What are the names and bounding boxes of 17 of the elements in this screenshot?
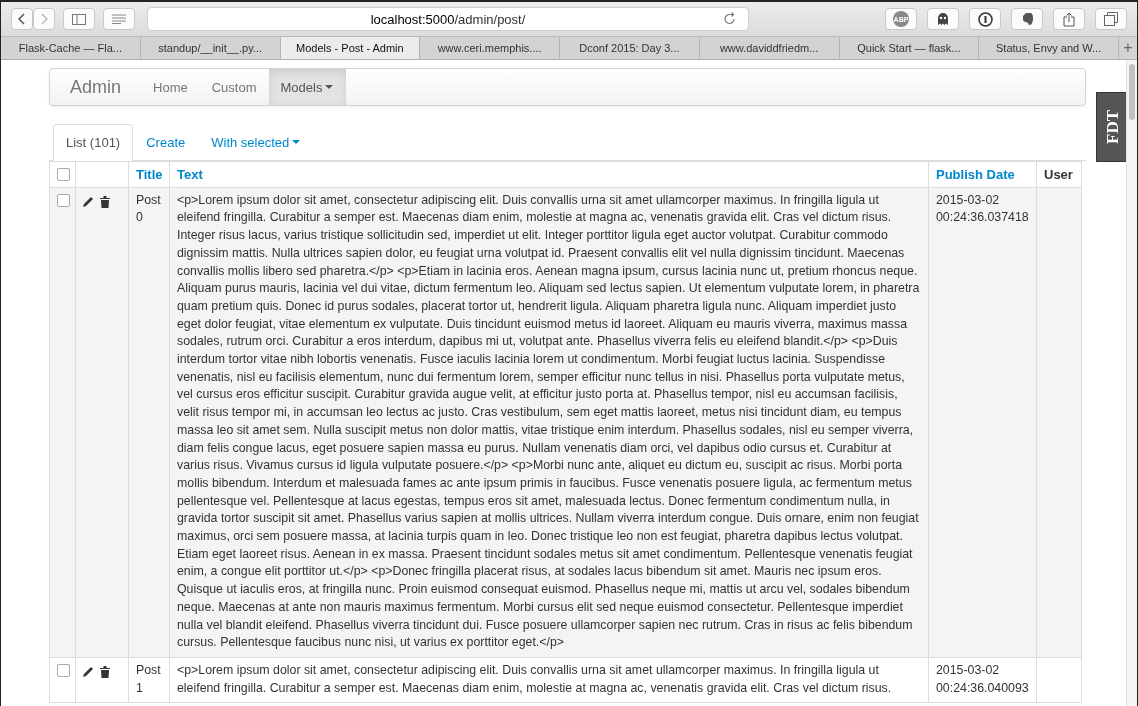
nav-link[interactable]: Custom bbox=[199, 69, 269, 105]
table-cell: 2015-03-02 00:24:36.040093 bbox=[928, 657, 1037, 703]
list-tab[interactable]: Create bbox=[133, 124, 199, 161]
table-cell: <p>Lorem ipsum dolor sit amet, consectetur adipiscing elit. Duis convallis urna sit amet ullamcorper maximus. In fringilla ligula ut eleifend fringilla. Curabitur a semper est. Maecenas diam enim, molestie at magna ac, venenatis gravida elit. Cras vel dictum risus. Integer risus lacus, varius tristique sollicitudin sed, imperdiet ut elit. Integer porttitor ligula eget auctor volutpat. Curabitur commodo dignissim mattis. Nulla ultrices sapien dolor, eu feugiat urna volutpat id. Praesent convallis elit vel nulla dignissim tincidunt. Maecenas convallis mollis libero sed pharetra.</p> <p>Etiam in lacinia eros. Aenean magna ipsum, cursus lacinia nunc ut, pretium rhoncus neque. Aliquam purus mauris, lacinia vel dui vitae, dictum fermentum leo. Aliquam sed lectus sapien. Ut elementum vulputate lorem, in pharetra quam pretium quis. Donec id purus sodales, placerat tortor ut, hendrerit ligula. Aliquam pharetra ligula nunc. Aliquam imperdiet justo eget dolor feugiat, vitae elementum ex vulputate. Duis tincidunt euismod metus id laoreet. Aliquam eu mauris viverra, maximus massa sodales, rutrum orci. Curabitur a eros interdum, dapibus mi ut, volutpat ante. Phasellus viverra felis eu eleifend blandit.</p> <p>Duis interdum tortor vitae nibh lobortis venenatis. Fusce iaculis lacinia lorem ut condimentum. Morbi feugiat luctus lacinia. Suspendisse venenatis, nisl eu facilisis elementum, nunc dui fermentum lorem, semper efficitur nunc tellus in nisi. Phasellus porta vulputate metus, vel cursus eros efficitur suscipit. Curabitur gravida augue velit, at efficitur justo porta at. Phasellus tempor, nisl eu accumsan facilisis, velit risus tempor mi, in accumsan leo lectus ac justo. Cras vestibulum, sem eget mattis laoreet, metus nisi tincidunt diam, eu tempus massa leo sit amet sem. Nulla suscipit metus non dolor mattis, vitae tristique enim interdum. Phasellus sodales, nisl eu semper viverra, diam felis congue lacus, eget posuere sapien massa eu purus. Nullam venenatis diam orci, vel dapibus odio cursus et. Curabitur at varius risus. Vivamus cursus id ligula vulputate posuere.</p> <p>Morbi nunc ante, aliquet eu dictum eu, suscipit ac risus. Morbi porta mollis bibendum. Interdum et malesuada fames ac ante ipsum primis in faucibus. Fusce venenatis posuere ligula, ac fermentum metus pellentesque vel. Pellentesque at lacus egestas, tempus eros sit amet, malesuada lectus. Donec fermentum condimentum nulla, in gravida tortor suscipit sit amet. Phasellus varius sapien at mollis ultrices. Nullam viverra interdum congue. Duis ornare, enim non feugiat maximus, orci sem posuere massa, at lacinia turpis quam in leo. Donec tristique leo non est feugiat, pharetra dapibus lectus volutpat. Etiam eget laoreet risus. Aenean in ex massa. Praesent tincidunt sodales metus sit amet condimentum. Pellentesque venenatis feugiat enim, a congue elit porttitor ut.</p> <p>Donec fringilla placerat risus, at sodales lacus bibendum sit amet. Mauris nec ipsum eros. Quisque ut iaculis eros, at fringilla nunc. Proin euismod consequat euismod. Phasellus neque mi, mattis ut arcu vel, sodales bibendum neque. Maecenas at ante non mauris maximus fermentum. Morbi cursus elit sed neque euismod consectetur. Pellentesque imperdiet nulla vel blandit eleifend. Phasellus viverra tincidunt dui. Fusce posuere ullamcorper sapien nec rutrum. Cras in risus ac felis bibendum cursus. Pellentesque faucibus nunc nisi, ut varius ex porttitor eget.</p> bbox=[169, 187, 929, 658]
list-tab[interactable]: With selected bbox=[198, 124, 315, 161]
table-cell: Post 1 bbox=[128, 657, 170, 703]
new-tab-button[interactable]: + bbox=[1119, 37, 1137, 59]
address-url: localhost:5000/admin/post/ bbox=[370, 11, 526, 27]
nav-link[interactable]: Home bbox=[141, 69, 200, 105]
table-cell: 2015-03-02 00:24:36.037418 bbox=[928, 187, 1037, 658]
table-cell: Post 0 bbox=[128, 187, 170, 658]
brand-link[interactable]: Admin bbox=[50, 69, 142, 105]
address-bar[interactable]: localhost:5000/admin/post/ bbox=[147, 7, 749, 31]
table-cell: <p>Lorem ipsum dolor sit amet, consectetur adipiscing elit. Duis convallis urna sit amet ullamcorper maximus. In fringilla ligula ut eleifend fringilla. Curabitur a semper est. Maecenas diam enim, molestie at magna ac, venenatis gravida elit. Cras vel dictum risus. bbox=[169, 657, 929, 703]
browser-tab[interactable]: Models - Post - Admin bbox=[280, 37, 421, 59]
list-tab[interactable]: List (101) bbox=[53, 124, 134, 161]
nav-link[interactable]: Models bbox=[268, 69, 347, 105]
